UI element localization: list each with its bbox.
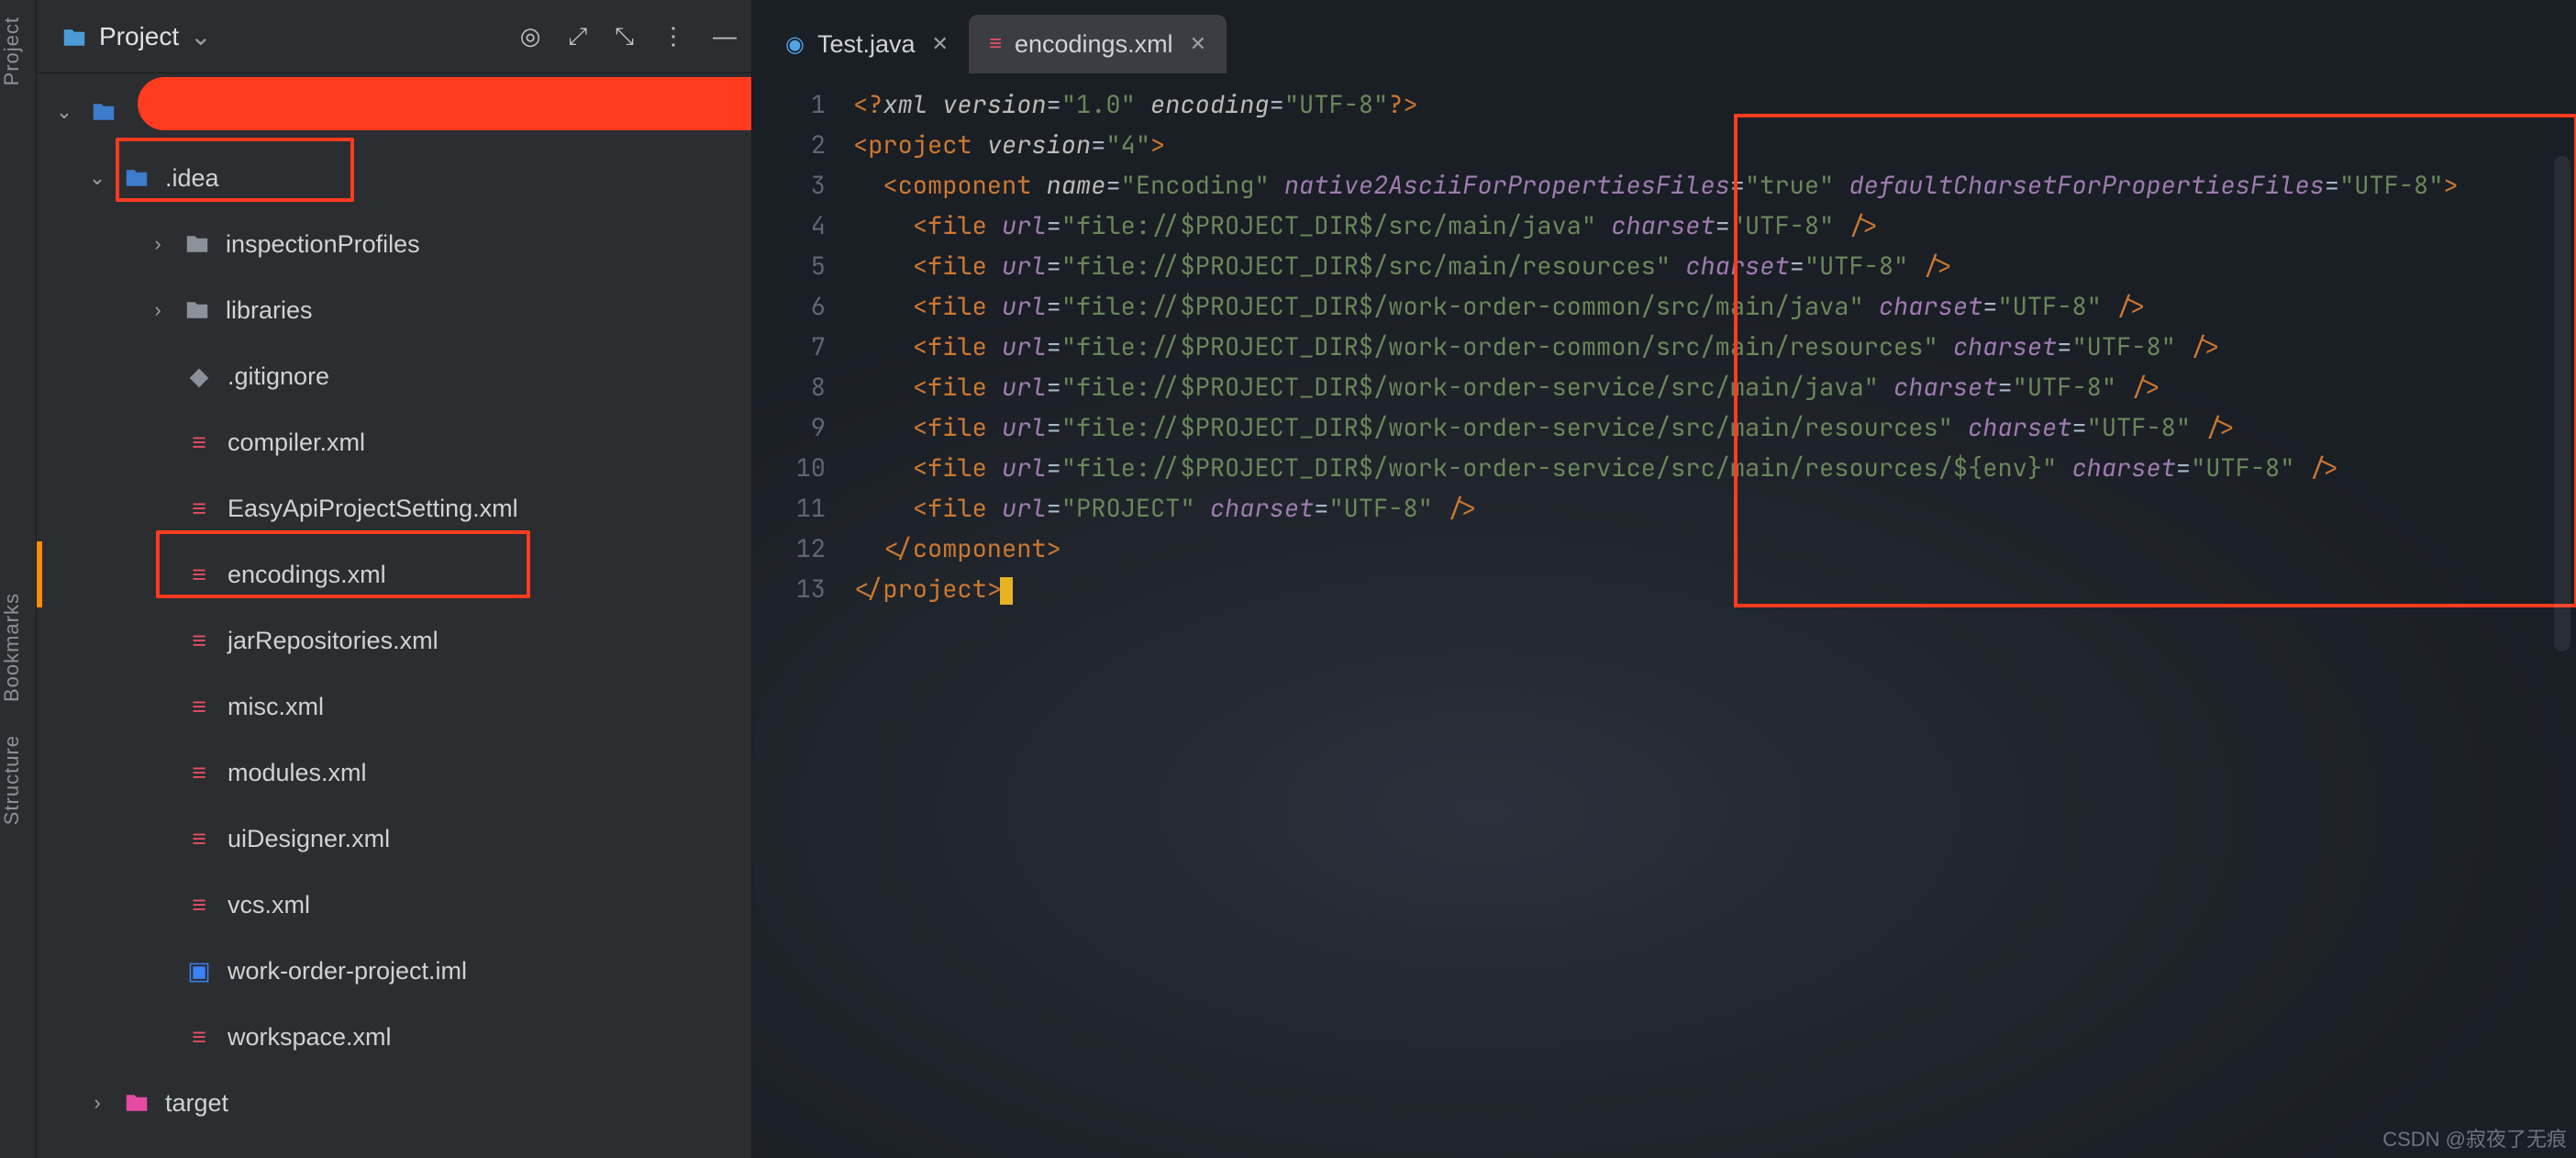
chevron-right-icon: › [147,300,169,320]
tab-label: Test.java [817,30,916,59]
tree-folder-idea[interactable]: ⌄ .idea [37,145,751,211]
ide-window: Project ⌄ ◎ ⤢ ⤡ ⋮ — ⌄ [37,0,2576,1158]
selection-indicator [37,541,42,607]
code-content[interactable]: <?xml version="1.0" encoding="UTF-8"?><p… [853,84,2576,1158]
work-area: Project ⌄ ◎ ⤢ ⤡ ⋮ — ⌄ [37,0,2576,1158]
toolstrip-project[interactable]: Project [0,0,36,102]
chevron-right-icon: › [86,1093,108,1113]
close-icon[interactable]: ✕ [932,32,949,56]
tree-file-easyapi[interactable]: ≡ EasyApiProjectSetting.xml [37,475,751,541]
project-header: Project ⌄ ◎ ⤢ ⤡ ⋮ — [37,0,751,73]
toolstrip-structure[interactable]: Structure [0,718,36,841]
watermark: CSDN @寂夜了无痕 [2382,1123,2567,1152]
tree-label: target [165,1091,228,1116]
tree-label: .idea [165,166,219,191]
editor-tabs: ◉ Test.java ✕ ≡ encodings.xml ✕ [752,0,2576,73]
xml-file-icon: ≡ [183,430,215,455]
tree-label: modules.xml [228,761,367,785]
xml-file-icon: ≡ [183,893,215,918]
tree-label: workspace.xml [228,1025,392,1050]
tab-test-java[interactable]: ◉ Test.java ✕ [765,15,969,73]
tree-file-encodings[interactable]: ≡ encodings.xml [37,541,751,607]
left-tool-strip: Project Bookmarks Structure [0,0,37,1158]
redaction-scribble [138,77,751,130]
tree-file-workorder-iml[interactable]: ▣ work-order-project.iml [37,938,751,1004]
xml-file-icon: ≡ [183,562,215,587]
target-folder-icon [121,1089,152,1117]
gutter: 12345678910111213 [752,84,853,1158]
locate-target-icon[interactable]: ◎ [520,22,541,50]
xml-file-icon: ≡ [989,31,1002,57]
tree-file-gitignore[interactable]: ◆ .gitignore [37,343,751,409]
project-header-actions: ◎ ⤢ ⤡ ⋮ — [520,22,737,51]
more-icon[interactable]: ⋮ [661,22,685,50]
project-folder-icon [61,21,88,51]
iml-file-icon: ▣ [183,959,215,984]
tree-file-uidesigner[interactable]: ≡ uiDesigner.xml [37,806,751,872]
idea-folder-icon [121,164,152,192]
xml-file-icon: ≡ [183,695,215,719]
xml-file-icon: ≡ [183,827,215,852]
project-tree[interactable]: ⌄ ⌄ .idea › [37,73,751,1158]
tree-label: work-order-project.iml [228,959,467,984]
vertical-scrollbar[interactable] [2554,156,2570,651]
tree-label: inspectionProfiles [226,232,420,257]
chevron-down-icon: ⌄ [190,21,211,51]
tree-folder-libraries[interactable]: › libraries [37,277,751,343]
tree-label: vcs.xml [228,893,310,918]
project-view-label: Project [99,22,179,51]
tree-file-modules[interactable]: ≡ modules.xml [37,740,751,806]
toolstrip-bookmarks[interactable]: Bookmarks [0,576,36,718]
chevron-down-icon: ⌄ [53,102,75,122]
tree-label: libraries [226,298,313,323]
tab-label: encodings.xml [1015,30,1173,59]
xml-file-icon: ≡ [183,629,215,653]
tree-label: .gitignore [228,364,329,389]
folder-icon [182,230,213,258]
tree-file-workspace[interactable]: ≡ workspace.xml [37,1004,751,1070]
hide-panel-icon[interactable]: — [713,22,737,50]
tree-label: misc.xml [228,695,324,719]
project-tool-window: Project ⌄ ◎ ⤢ ⤡ ⋮ — ⌄ [37,0,752,1158]
tree-folder-inspectionprofiles[interactable]: › inspectionProfiles [37,211,751,277]
xml-file-icon: ≡ [183,496,215,521]
editor-area: ◉ Test.java ✕ ≡ encodings.xml ✕ 12345678… [752,0,2576,1158]
project-view-switcher[interactable]: Project ⌄ [61,21,507,51]
java-class-icon: ◉ [785,31,805,58]
xml-file-icon: ≡ [183,1025,215,1050]
chevron-down-icon: ⌄ [86,168,108,188]
tree-label: uiDesigner.xml [228,827,390,852]
tree-file-vcs[interactable]: ≡ vcs.xml [37,872,751,938]
code-editor[interactable]: 12345678910111213 <?xml version="1.0" en… [752,73,2576,1158]
tree-folder-target[interactable]: › target [37,1070,751,1136]
expand-all-icon[interactable]: ⤢ [568,22,587,51]
tree-file-jarrepositories[interactable]: ≡ jarRepositories.xml [37,607,751,674]
tree-file-compiler[interactable]: ≡ compiler.xml [37,409,751,475]
tree-label: jarRepositories.xml [228,629,439,653]
tree-label: EasyApiProjectSetting.xml [228,496,518,521]
tab-encodings-xml[interactable]: ≡ encodings.xml ✕ [969,15,1227,73]
tree-label: encodings.xml [228,562,386,587]
close-icon[interactable]: ✕ [1190,32,1206,56]
folder-icon [182,296,213,324]
gitignore-icon: ◆ [183,364,215,389]
module-folder-icon [88,98,119,126]
xml-file-icon: ≡ [183,761,215,785]
chevron-right-icon: › [147,234,169,254]
tree-label: compiler.xml [228,430,365,455]
collapse-all-icon[interactable]: ⤡ [615,22,634,51]
tree-file-misc[interactable]: ≡ misc.xml [37,674,751,740]
